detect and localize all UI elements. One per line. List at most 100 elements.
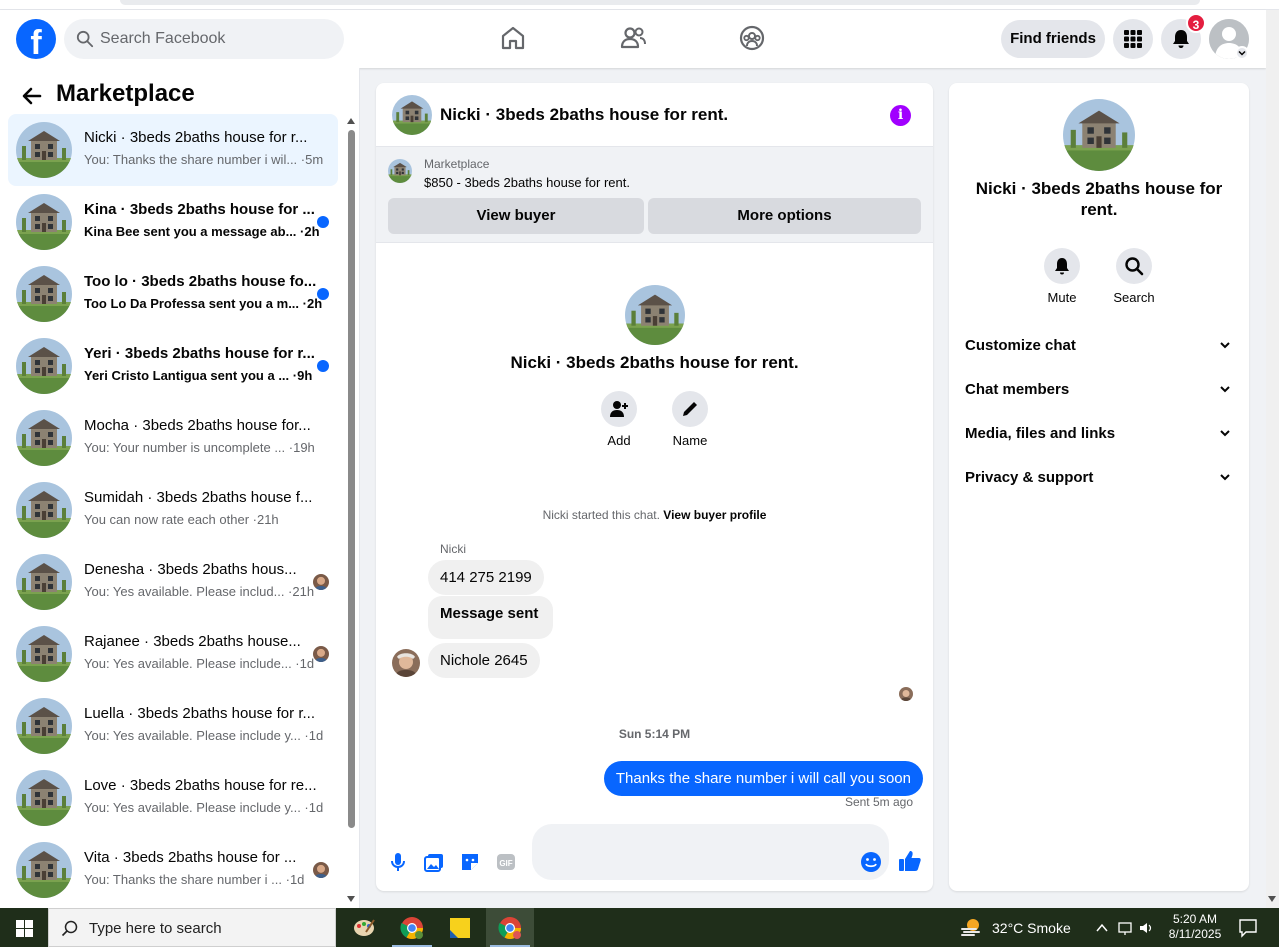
clock-time: 5:20 AM bbox=[1172, 912, 1218, 926]
unread-dot bbox=[317, 288, 329, 300]
groups-icon[interactable] bbox=[738, 24, 766, 52]
search-input[interactable] bbox=[100, 19, 330, 59]
taskbar-app-paint[interactable] bbox=[340, 908, 388, 947]
conversation-item[interactable]: Kina · 3beds 2baths house for ... Kina Be… bbox=[8, 186, 338, 258]
taskbar-app-sticky-notes[interactable] bbox=[436, 908, 484, 947]
taskbar-app-chrome-profile[interactable] bbox=[388, 908, 436, 947]
conversation-preview: You: Thanks the share number i ... ·1d bbox=[84, 872, 305, 887]
facebook-search[interactable] bbox=[64, 19, 344, 59]
message-input[interactable] bbox=[532, 824, 889, 880]
conversation-preview: You: Yes available. Please includ... ·21… bbox=[84, 584, 315, 599]
conversation-scrollbar[interactable] bbox=[346, 118, 356, 908]
add-person-icon bbox=[610, 401, 628, 417]
sticker-icon[interactable] bbox=[459, 851, 481, 873]
sender-avatar[interactable] bbox=[392, 649, 420, 677]
scroll-thumb[interactable] bbox=[348, 130, 355, 828]
chat-intro-avatar bbox=[625, 285, 685, 345]
menu-button[interactable] bbox=[1113, 19, 1153, 59]
outgoing-message[interactable]: Thanks the share number i will call you … bbox=[603, 761, 923, 796]
incoming-message[interactable]: Nichole 2645 bbox=[428, 643, 540, 678]
taskbar-app-chrome[interactable] bbox=[486, 908, 534, 947]
volume-icon[interactable] bbox=[1140, 923, 1147, 933]
rename-action[interactable]: Name bbox=[660, 391, 720, 448]
scroll-up-arrow[interactable] bbox=[347, 118, 355, 124]
listing-thumbnail bbox=[16, 338, 72, 394]
media-files-links-section[interactable]: Media, files and links bbox=[965, 413, 1235, 453]
sent-status: Sent 5m ago bbox=[844, 795, 913, 809]
more-options-button[interactable]: More options bbox=[648, 198, 921, 234]
conversation-title: Vita · 3beds 2baths house for ... bbox=[84, 849, 297, 866]
conversation-item[interactable]: Rajanee · 3beds 2baths house... You: Yes … bbox=[8, 618, 338, 690]
add-person-action[interactable]: Add bbox=[589, 391, 649, 448]
listing-thumbnail bbox=[16, 266, 72, 322]
listing-thumbnail[interactable] bbox=[388, 159, 412, 183]
conversation-title: Love · 3beds 2baths house for re... bbox=[84, 777, 317, 794]
account-caret[interactable] bbox=[1235, 46, 1249, 60]
notification-center-icon[interactable] bbox=[1238, 918, 1258, 938]
listing-thumbnail bbox=[16, 842, 72, 898]
unread-dot bbox=[317, 360, 329, 372]
conversation-item[interactable]: Nicki · 3beds 2baths house for r... You: … bbox=[8, 114, 338, 186]
mute-action[interactable]: Mute bbox=[1032, 248, 1092, 305]
photo-icon[interactable] bbox=[423, 851, 445, 873]
find-friends-button[interactable]: Find friends bbox=[1001, 20, 1105, 58]
back-arrow-icon[interactable] bbox=[20, 84, 44, 108]
network-icon[interactable] bbox=[1118, 922, 1132, 933]
friends-icon[interactable] bbox=[619, 24, 647, 52]
listing-card: Marketplace $850 - 3beds 2baths house fo… bbox=[376, 147, 933, 243]
conversation-item[interactable]: Love · 3beds 2baths house for re... You: … bbox=[8, 762, 338, 834]
microphone-icon[interactable] bbox=[387, 851, 409, 873]
listing-thumbnail bbox=[16, 626, 72, 682]
chat-avatar[interactable] bbox=[392, 95, 432, 135]
conversation-preview: Yeri Cristo Lantigua sent you a ... ·9h bbox=[84, 368, 313, 383]
view-buyer-profile-link[interactable]: View buyer profile bbox=[663, 508, 766, 522]
section-title: Chat members bbox=[965, 381, 1070, 398]
conversation-item[interactable]: Yeri · 3beds 2baths house for r... Yeri C… bbox=[8, 330, 338, 402]
conversation-title: Nicki · 3beds 2baths house for r... bbox=[84, 129, 308, 146]
privacy-support-section[interactable]: Privacy & support bbox=[965, 457, 1235, 497]
grid-menu-icon bbox=[1124, 30, 1142, 48]
scroll-down-arrow[interactable] bbox=[1268, 896, 1276, 902]
details-avatar[interactable] bbox=[1063, 99, 1135, 171]
search-label: Search bbox=[1113, 290, 1155, 305]
facebook-header: f Find friends 3 bbox=[0, 10, 1266, 68]
smoke-weather-icon bbox=[961, 919, 980, 936]
chevron-up-icon[interactable] bbox=[1096, 923, 1108, 932]
search-in-chat-action[interactable]: Search bbox=[1104, 248, 1164, 305]
view-buyer-button[interactable]: View buyer bbox=[388, 198, 644, 234]
gif-icon[interactable]: GIF bbox=[495, 851, 517, 873]
conversation-item[interactable]: Vita · 3beds 2baths house for ... You: Th… bbox=[8, 834, 338, 906]
emoji-icon[interactable] bbox=[860, 851, 882, 873]
address-bar-edge bbox=[120, 0, 1200, 5]
info-icon[interactable]: i bbox=[890, 105, 911, 126]
taskbar-search-placeholder: Type here to search bbox=[89, 920, 222, 937]
chat-title[interactable]: Nicki · 3beds 2baths house for rent. bbox=[440, 105, 728, 125]
like-icon[interactable] bbox=[898, 849, 922, 873]
customize-chat-section[interactable]: Customize chat bbox=[965, 325, 1235, 365]
conversation-item[interactable]: Luella · 3beds 2baths house for r... You:… bbox=[8, 690, 338, 762]
conversation-item[interactable]: Too lo · 3beds 2baths house fo... Too Lo … bbox=[8, 258, 338, 330]
chat-intro-name: Nicki · 3beds 2baths house for rent. bbox=[510, 353, 799, 372]
window-scrollbar[interactable] bbox=[1266, 10, 1279, 908]
conversation-item[interactable]: Sumidah · 3beds 2baths house f... You can… bbox=[8, 474, 338, 546]
panel-title: Marketplace bbox=[56, 80, 195, 107]
section-title: Customize chat bbox=[965, 337, 1076, 354]
conversation-item[interactable]: Mocha · 3beds 2baths house for... You: Yo… bbox=[8, 402, 338, 474]
system-clock[interactable]: 5:20 AM 8/11/2025 bbox=[1164, 912, 1226, 942]
scroll-down-arrow[interactable] bbox=[347, 896, 355, 902]
chat-started-notice: Nicki started this chat. View buyer prof… bbox=[376, 508, 933, 522]
conversation-preview: Kina Bee sent you a message ab... ·2h bbox=[84, 224, 320, 239]
seen-receipt-avatar bbox=[899, 687, 913, 701]
mute-label: Mute bbox=[1047, 290, 1077, 305]
system-tray-icons[interactable] bbox=[1094, 920, 1158, 936]
taskbar-search[interactable]: Type here to search bbox=[48, 908, 336, 947]
home-icon[interactable] bbox=[499, 24, 527, 52]
start-button[interactable] bbox=[0, 908, 48, 947]
incoming-message[interactable]: 414 275 2199 bbox=[428, 560, 544, 595]
conversation-item[interactable]: Denesha · 3beds 2baths hous... You: Yes a… bbox=[8, 546, 338, 618]
chat-members-section[interactable]: Chat members bbox=[965, 369, 1235, 409]
incoming-message[interactable]: Message sent bbox=[428, 596, 554, 639]
listing-description[interactable]: $850 - 3beds 2baths house for rent. bbox=[424, 175, 630, 190]
facebook-logo[interactable]: f bbox=[16, 19, 56, 59]
section-title: Media, files and links bbox=[965, 425, 1116, 442]
